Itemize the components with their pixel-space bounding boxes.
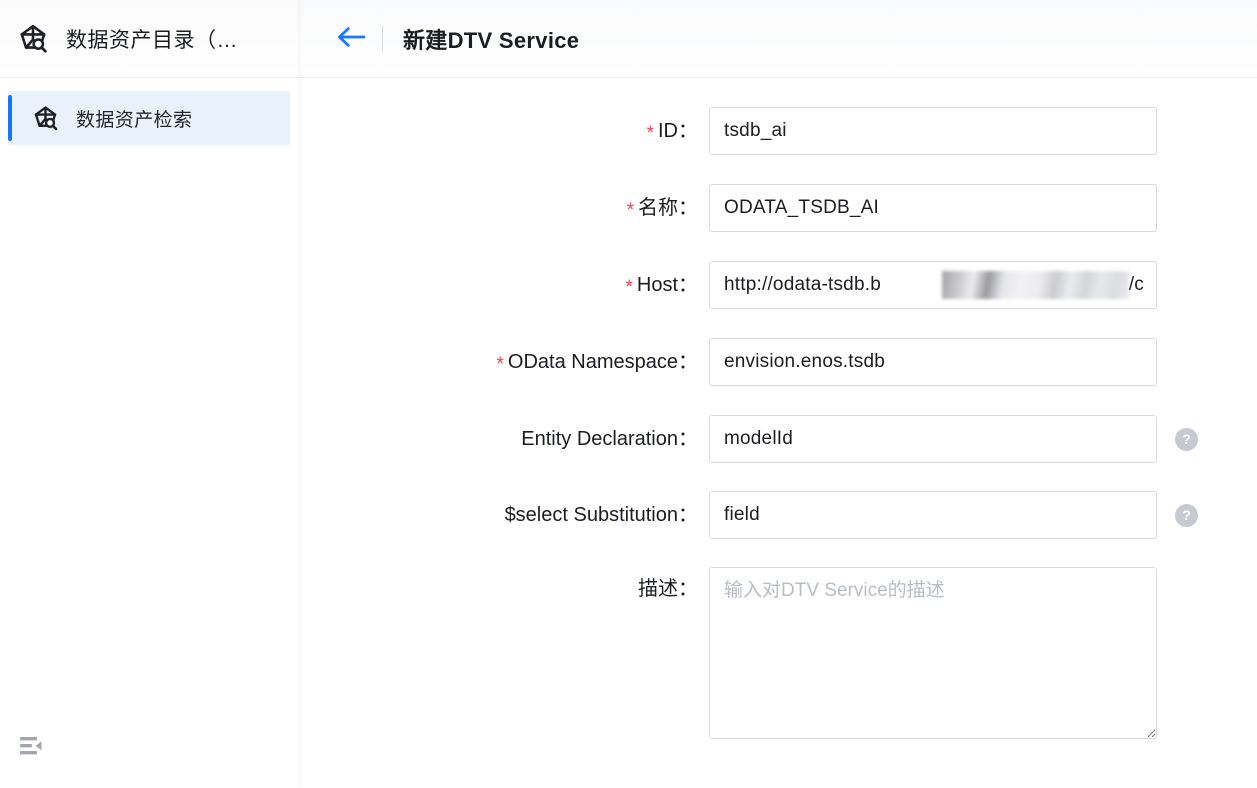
label-select-substitution-text: $select Substitution： — [504, 504, 698, 526]
label-odata-namespace-text: OData Namespace： — [507, 351, 698, 373]
host-value-visible: http://odata-tsdb.b — [724, 274, 881, 295]
select-substitution-input[interactable] — [709, 491, 1157, 539]
main-content: 新建DTV Service *ID： *名称： — [298, 0, 1257, 788]
required-marker: * — [496, 354, 504, 375]
control-id — [709, 107, 1157, 155]
form-row-host: * Host： http://odata-tsdb.b /c — [298, 261, 1257, 310]
entity-declaration-input[interactable] — [709, 415, 1157, 463]
sidebar-item-asset-search[interactable]: 数据资产检索 — [8, 91, 290, 145]
form-row-name: * 名称： — [298, 184, 1257, 233]
page-title: 新建DTV Service — [403, 27, 580, 53]
required-marker: * — [625, 277, 633, 298]
label-name-text: 名称： — [638, 197, 698, 219]
page-header: 新建DTV Service — [298, 0, 1257, 78]
name-input[interactable] — [709, 184, 1157, 232]
odata-namespace-input[interactable] — [709, 338, 1157, 386]
description-textarea[interactable] — [709, 567, 1157, 739]
sidebar-brand[interactable]: 数据资产目录（… — [0, 0, 298, 78]
label-host: * Host： — [298, 261, 709, 310]
question-circle-icon[interactable]: ? — [1175, 428, 1198, 451]
label-host-text: Host： — [636, 274, 698, 296]
label-select-substitution: $select Substitution： — [298, 491, 709, 539]
required-marker: * — [626, 200, 634, 221]
host-input[interactable]: http://odata-tsdb.b /c — [709, 261, 1157, 309]
header-divider — [382, 25, 383, 52]
sidebar-item-label: 数据资产检索 — [76, 109, 193, 131]
back-button[interactable] — [334, 22, 368, 56]
form-row-odata-namespace: * OData Namespace： — [298, 338, 1257, 387]
app-root: 数据资产目录（… 数据资产检索 新建DTV Service * ID： tsdb… — [0, 0, 1257, 788]
control-host: http://odata-tsdb.b /c — [709, 261, 1157, 309]
label-description-text: 描述： — [638, 578, 698, 600]
asset-catalog-logo-icon — [14, 20, 52, 58]
control-description — [709, 567, 1157, 744]
dtv-service-form: *ID： *名称： *Host： — [298, 78, 1257, 744]
id-input[interactable] — [709, 107, 1157, 155]
form-row-entity-declaration: Entity Declaration： ? — [298, 415, 1257, 463]
control-select-substitution: ? — [709, 491, 1198, 539]
sidebar-nav: 数据资产检索 — [0, 78, 298, 145]
form-row-description: 描述： — [298, 567, 1257, 744]
required-marker: * — [646, 123, 654, 144]
host-redaction-blur — [942, 271, 1129, 299]
label-name: * 名称： — [298, 184, 709, 233]
question-circle-icon[interactable]: ? — [1175, 504, 1198, 527]
label-odata-namespace: * OData Namespace： — [298, 338, 709, 387]
sidebar-brand-title: 数据资产目录（… — [66, 28, 238, 52]
sidebar: 数据资产目录（… 数据资产检索 — [0, 0, 298, 788]
label-id: * ID： — [298, 107, 709, 156]
label-description: 描述： — [298, 567, 709, 611]
arrow-left-icon — [336, 25, 366, 52]
menu-fold-icon[interactable] — [18, 732, 52, 760]
label-entity-declaration-text: Entity Declaration： — [521, 428, 698, 450]
label-id-text: ID： — [658, 120, 698, 142]
control-name — [709, 184, 1157, 232]
form-row-id: * ID： — [298, 107, 1257, 156]
form-row-select-substitution: $select Substitution： ? — [298, 491, 1257, 539]
host-value-suffix: /c — [1128, 274, 1144, 295]
control-entity-declaration: ? — [709, 415, 1198, 463]
control-odata-namespace — [709, 338, 1157, 386]
asset-search-icon — [30, 103, 60, 133]
label-entity-declaration: Entity Declaration： — [298, 415, 709, 463]
